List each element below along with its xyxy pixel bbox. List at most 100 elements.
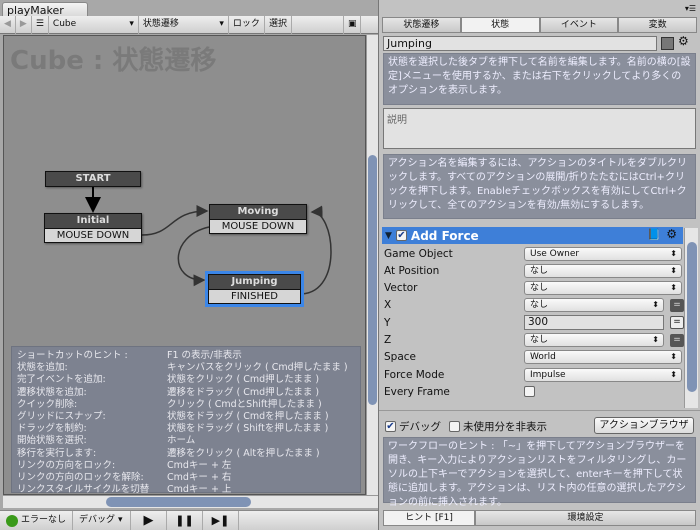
dropdown-arrow-icon: ▾ bbox=[129, 19, 134, 29]
state-name-input[interactable]: Jumping bbox=[383, 36, 657, 51]
state-event[interactable]: FINISHED bbox=[209, 289, 300, 303]
state-jumping[interactable]: Jumping FINISHED bbox=[205, 271, 304, 307]
state-moving[interactable]: Moving MOUSE DOWN bbox=[209, 204, 307, 234]
shortcut-action: グリッドにスナップ: bbox=[17, 411, 106, 423]
scroll-thumb[interactable] bbox=[106, 497, 251, 507]
scroll-thumb[interactable] bbox=[687, 242, 697, 392]
shortcut-hints: ショートカットのヒント : F1 の表示/非表示 状態を追加: キャンバスをクリック … bbox=[11, 346, 361, 495]
param-dropdown[interactable]: なし bbox=[524, 281, 682, 296]
state-event[interactable]: MOUSE DOWN bbox=[45, 228, 141, 242]
forward-button[interactable]: ▶ bbox=[16, 16, 32, 34]
status-text: エラーなし bbox=[21, 515, 67, 525]
shortcut-row: リンクの方向をロック: Cmdキー + 左 bbox=[17, 460, 355, 472]
inspector-panel: ▾☰ 状態遷移 状態 イベント 変数 Jumping ⚙ 状態を選択した後タブを… bbox=[378, 0, 700, 530]
status-ok-icon bbox=[6, 514, 18, 527]
shortcut-row: 遷移状態を追加: 遷移をドラッグ ( Cmd押したまま ) bbox=[17, 387, 355, 399]
shortcut-key: 状態をクリック ( Cmd押したまま ) bbox=[167, 374, 320, 386]
inspector-scrollbar[interactable] bbox=[684, 228, 698, 408]
fsm-dropdown[interactable]: 状態遷移 ▾ bbox=[139, 16, 229, 34]
state-color-swatch[interactable] bbox=[661, 37, 674, 50]
param-label: Force Mode bbox=[384, 368, 445, 381]
param-input[interactable]: 300 bbox=[524, 315, 664, 331]
panel-menu-icon[interactable]: ▾☰ bbox=[685, 4, 696, 13]
lock-button[interactable]: ロック bbox=[229, 16, 265, 34]
param-row: At Position なし bbox=[384, 262, 682, 279]
fsm-canvas[interactable]: Cube : 状態遷移 START Initial MOUSE DOWN Movi… bbox=[3, 35, 366, 495]
state-name: Moving bbox=[237, 206, 279, 217]
state-hint: 状態を選択した後タブを押下して名前を編集します。名前の横の[設定]メニューを使用… bbox=[383, 53, 696, 105]
error-status[interactable]: エラーなし bbox=[0, 511, 74, 530]
scroll-thumb[interactable] bbox=[368, 155, 377, 405]
shortcut-action: クイック削除: bbox=[17, 398, 78, 410]
bottom-bar: エラーなし デバッグ ▾ ▶ ❚❚ ▶❚ bbox=[0, 510, 378, 530]
param-label: Every Frame bbox=[384, 385, 450, 398]
action-header[interactable]: ▼ ✔ Add Force 📘 ⚙ bbox=[382, 227, 683, 244]
tab-state[interactable]: 状態 bbox=[460, 17, 540, 33]
description-textarea[interactable]: 説明 bbox=[383, 108, 696, 149]
shortcut-action: 状態を追加: bbox=[17, 362, 68, 374]
variable-toggle-icon[interactable]: = bbox=[670, 333, 684, 347]
action-enabled-checkbox[interactable]: ✔ bbox=[395, 230, 407, 241]
tab-variables[interactable]: 変数 bbox=[618, 17, 697, 33]
object-value: Cube bbox=[52, 19, 77, 29]
select-button[interactable]: 選択 bbox=[265, 16, 292, 34]
shortcut-action: ドラッグを制約: bbox=[17, 423, 87, 435]
param-label: Z bbox=[384, 334, 392, 346]
param-dropdown[interactable]: なし bbox=[524, 263, 682, 278]
debug-label: デバッグ bbox=[79, 515, 116, 525]
param-dropdown[interactable]: Use Owner bbox=[524, 246, 682, 261]
param-label: X bbox=[384, 299, 392, 312]
state-event[interactable]: MOUSE DOWN bbox=[210, 219, 306, 233]
window-tab[interactable]: playMaker bbox=[2, 2, 88, 17]
shortcut-action: ショートカットのヒント : bbox=[17, 350, 128, 361]
tab-hints[interactable]: ヒント [F1] bbox=[383, 510, 475, 526]
collapse-triangle-icon[interactable]: ▼ bbox=[385, 231, 392, 241]
start-label: START bbox=[75, 173, 111, 184]
tab-events[interactable]: イベント bbox=[539, 17, 619, 33]
param-dropdown[interactable]: World bbox=[524, 350, 682, 365]
back-button[interactable]: ◀ bbox=[0, 16, 16, 34]
gear-icon[interactable]: ⚙ bbox=[666, 227, 677, 241]
state-initial[interactable]: Initial MOUSE DOWN bbox=[44, 213, 142, 243]
action-browser-button[interactable]: アクションブラウザ bbox=[594, 417, 694, 434]
shortcut-action: 遷移状態を追加: bbox=[17, 386, 87, 398]
horizontal-scrollbar[interactable] bbox=[3, 495, 378, 508]
play-button[interactable]: ▶ bbox=[131, 511, 168, 530]
debug-toggle[interactable]: ✔ デバッグ bbox=[385, 419, 441, 434]
start-node[interactable]: START bbox=[45, 171, 141, 187]
variable-toggle-icon[interactable]: = bbox=[670, 298, 684, 312]
menu-button[interactable]: ☰ bbox=[32, 16, 49, 34]
debug-dropdown[interactable]: デバッグ ▾ bbox=[73, 511, 132, 530]
param-row: Vector なし bbox=[384, 280, 682, 297]
param-dropdown[interactable]: なし bbox=[524, 298, 664, 313]
param-label: Vector bbox=[384, 282, 418, 295]
divider bbox=[379, 410, 700, 411]
moving-to-jumping-link bbox=[177, 226, 210, 287]
vertical-scrollbar[interactable] bbox=[366, 35, 378, 495]
hide-unused-label: 未使用分を非表示 bbox=[463, 421, 547, 433]
step-button[interactable]: ▶❚ bbox=[203, 511, 240, 530]
pause-button[interactable]: ❚❚ bbox=[167, 511, 204, 530]
shortcut-action: リンクスタイルサイクルを切替 bbox=[17, 484, 150, 495]
param-dropdown[interactable]: Impulse bbox=[524, 367, 682, 382]
object-dropdown[interactable]: Cube ▾ bbox=[49, 16, 139, 34]
param-dropdown[interactable]: なし bbox=[524, 333, 664, 347]
layout-icon[interactable]: ▣ bbox=[344, 16, 362, 34]
tab-preferences[interactable]: 環境設定 bbox=[475, 510, 696, 526]
action-title: Add Force bbox=[410, 228, 479, 243]
hide-unused-checkbox[interactable] bbox=[449, 421, 460, 432]
variable-toggle-icon[interactable]: = bbox=[670, 316, 684, 330]
gear-icon[interactable]: ⚙ bbox=[678, 34, 689, 48]
shortcut-row: ショートカットのヒント : F1 の表示/非表示 bbox=[17, 350, 355, 362]
help-book-icon[interactable]: 📘 bbox=[647, 228, 661, 241]
shortcut-key: F1 の表示/非表示 bbox=[167, 350, 242, 361]
shortcut-key: Cmdキー + 左 bbox=[167, 459, 232, 471]
shortcut-row: 開始状態を選択: ホーム bbox=[17, 435, 355, 447]
shortcut-key: ホーム bbox=[167, 435, 196, 447]
tab-fsm[interactable]: 状態遷移 bbox=[382, 17, 461, 33]
shortcut-key: 状態をドラッグ ( Shiftを押したまま ) bbox=[167, 423, 329, 435]
hide-unused-toggle[interactable]: 未使用分を非表示 bbox=[449, 419, 547, 434]
shortcut-row: クイック削除: クリック ( CmdとShift押したまま ) bbox=[17, 399, 355, 411]
param-checkbox[interactable] bbox=[524, 386, 535, 398]
debug-checkbox[interactable]: ✔ bbox=[385, 421, 396, 432]
